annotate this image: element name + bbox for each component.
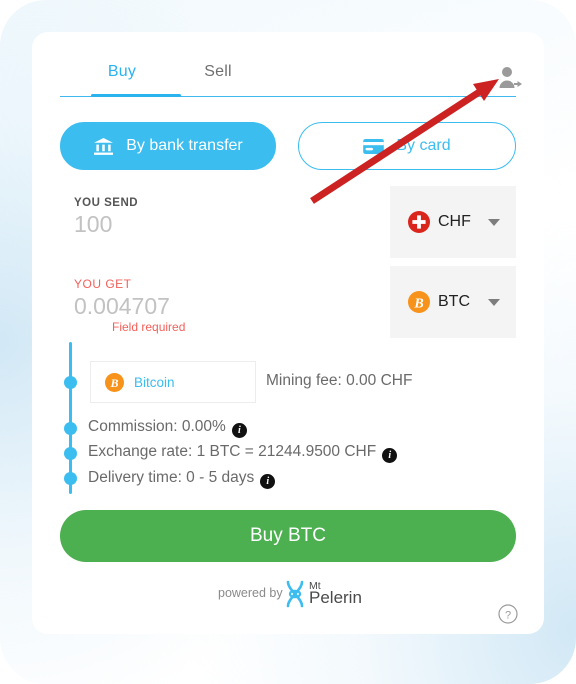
buy-btc-button[interactable]: Buy BTC (60, 510, 516, 562)
bitcoin-icon: B (408, 291, 430, 313)
crypto-network-chip[interactable]: B Bitcoin (90, 361, 256, 403)
bitcoin-icon: B (105, 372, 124, 392)
svg-text:B: B (109, 376, 118, 390)
svg-text:?: ? (505, 609, 511, 621)
powered-by-label: powered by (218, 586, 283, 600)
screenshot-root: Buy Sell By bank transfer By card YOU SE… (0, 0, 576, 684)
tab-bar: Buy Sell (60, 54, 522, 104)
exchange-widget-card: Buy Sell By bank transfer By card YOU SE… (32, 32, 544, 634)
chevron-down-icon (488, 299, 500, 306)
method-bank-label: By bank transfer (126, 137, 243, 154)
timeline-dot (64, 472, 77, 485)
chevron-down-icon (488, 219, 500, 226)
commission-row: Commission: 0.00% i (88, 418, 247, 438)
info-icon[interactable]: i (382, 448, 398, 463)
user-login-icon[interactable] (496, 66, 522, 90)
send-input-area[interactable]: YOU SEND 100 (60, 186, 390, 258)
svg-text:B: B (413, 296, 423, 311)
timeline-dot (64, 422, 77, 435)
exchange-rate-text: Exchange rate: 1 BTC = 21244.9500 CHF (88, 443, 377, 460)
delivery-time-row: Delivery time: 0 - 5 days i (88, 469, 276, 489)
info-icon[interactable]: i (260, 474, 276, 489)
bank-icon (93, 137, 114, 156)
amount-row-get: YOU GET 0.004707 Field required B BTC (60, 266, 516, 338)
send-amount-input[interactable]: 100 (74, 211, 390, 238)
swiss-franc-flag-icon (408, 211, 430, 233)
exchange-rate-row: Exchange rate: 1 BTC = 21244.9500 CHF i (88, 443, 398, 463)
method-card[interactable]: By card (298, 122, 516, 170)
method-card-label: By card (396, 137, 451, 154)
tab-sell[interactable]: Sell (187, 54, 249, 90)
send-currency-code: CHF (438, 213, 471, 230)
send-label: YOU SEND (74, 197, 139, 209)
widget-footer: powered by Mt Pelerin ? (32, 574, 544, 624)
get-amount-input[interactable]: 0.004707 (74, 293, 390, 320)
send-currency-selector[interactable]: CHF (390, 186, 516, 258)
amount-row-send: YOU SEND 100 CHF (60, 186, 516, 258)
timeline-dot (64, 447, 77, 460)
payment-method-group: By bank transfer By card (60, 122, 516, 170)
get-currency-selector[interactable]: B BTC (390, 266, 516, 338)
mt-pelerin-logo-icon (284, 580, 306, 608)
method-bank-transfer[interactable]: By bank transfer (60, 122, 276, 170)
transaction-details: B Bitcoin Mining fee: 0.00 CHF Commissio… (60, 342, 516, 502)
mining-fee-text: Mining fee: 0.00 CHF (266, 372, 413, 389)
get-input-area[interactable]: YOU GET 0.004707 Field required (60, 266, 390, 338)
crypto-network-label: Bitcoin (134, 374, 175, 390)
delivery-time-text: Delivery time: 0 - 5 days (88, 469, 255, 486)
commission-text: Commission: 0.00% (88, 418, 226, 435)
timeline-dot (64, 376, 77, 389)
help-circle-icon[interactable]: ? (498, 604, 518, 624)
get-field-error: Field required (112, 320, 186, 334)
credit-card-icon (363, 138, 385, 154)
tab-active-underline (91, 94, 181, 97)
info-icon[interactable]: i (231, 423, 247, 438)
tab-buy[interactable]: Buy (91, 54, 153, 90)
get-currency-code: BTC (438, 293, 470, 310)
get-label: YOU GET (74, 277, 132, 291)
brand-name: Pelerin (309, 588, 362, 607)
